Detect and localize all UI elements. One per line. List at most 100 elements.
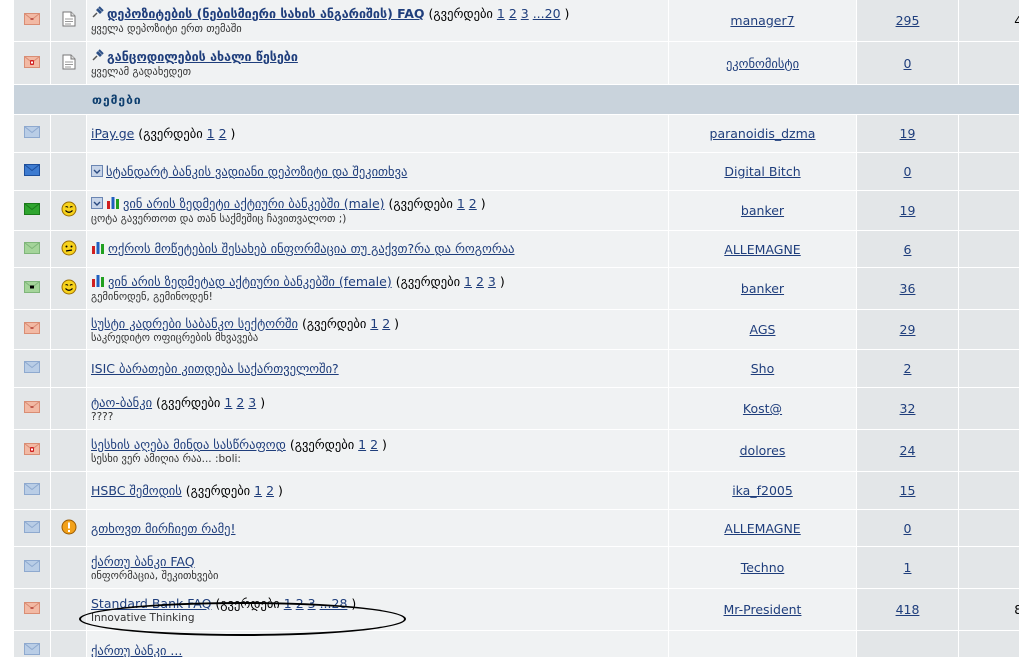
page-link[interactable]: 1 [497,6,505,21]
topic-title-link[interactable]: განცოდილების ახალი წესები [107,49,298,64]
page-link[interactable]: 3 [308,596,316,611]
topic-author-cell: ika_f2005 [669,472,857,510]
topic-author-link[interactable]: Techno [741,560,785,575]
page-link[interactable]: 2 [266,483,274,498]
page-link[interactable]: 2 [382,316,390,331]
topic-replies-link[interactable]: 2 [904,361,912,376]
topic-title-line: ვინ არის ზედმეტი აქტიური ბანკებში (male)… [91,195,668,214]
topic-title-link[interactable]: ვინ არის ზედმეტად აქტიური ბანკებში (fema… [108,274,392,289]
page-link[interactable]: 1 [370,316,378,331]
page-link[interactable]: 1 [284,596,292,611]
topic-status-cell [14,350,51,388]
topic-author-link[interactable]: banker [741,281,784,296]
topic-title-link[interactable]: HSBC შემოდის [91,483,182,498]
topic-title-link[interactable]: ქართუ ბანკი ... [91,643,182,657]
topic-replies-link[interactable]: 19 [900,203,916,218]
topic-title-line: Standard Bank FAQ (გვერდები 1 2 3 ...28 … [91,595,668,612]
topic-author-cell: Kost@ [669,388,857,430]
poll-icon[interactable] [91,273,105,291]
topic-title-link[interactable]: სუსტი კადრები საბანკო სექტორში [91,316,298,331]
section-spacer [14,85,51,115]
page-link[interactable]: ...28 [320,596,348,611]
page-link[interactable]: 1 [457,196,465,211]
topic-title-link[interactable]: დეპოზიტების (ნებისმიერი სახის ანგარიშის)… [107,6,425,21]
page-link[interactable]: 2 [296,596,304,611]
topic-replies-link[interactable]: 24 [900,443,916,458]
topic-icon-cell [51,472,87,510]
topic-title-link[interactable]: ქართუ ბანკი FAQ [91,554,195,569]
page-link[interactable]: 2 [476,274,484,289]
topic-author-link[interactable]: ika_f2005 [732,483,793,498]
topic-row: სტანდარტ ბანკის ვადიანი დეპოზიტი და შეკი… [14,153,1019,191]
page-link[interactable]: 1 [254,483,262,498]
topic-author-link[interactable]: ALLEMAGNE [724,242,800,257]
topic-replies-link[interactable]: 19 [900,126,916,141]
folder-status-icon [24,164,40,179]
topic-title-link[interactable]: iPay.ge [91,126,134,141]
topic-replies-link[interactable]: 418 [896,602,920,617]
topic-replies-link[interactable]: 29 [900,322,916,337]
topic-title-cell: ვინ არის ზედმეტი აქტიური ბანკებში (male)… [87,191,669,231]
page-link[interactable]: 1 [207,126,215,141]
topic-title-link[interactable]: სესხის აღება მინდა სასწრაფოდ [91,437,286,452]
topic-title-line: სუსტი კადრები საბანკო სექტორში (გვერდები… [91,315,668,332]
topic-replies-cell: 418 [857,589,959,631]
topic-replies-link[interactable]: 0 [904,56,912,71]
topic-title-link[interactable]: გთხოვთ მირჩიეთ რამე! [91,521,236,536]
topic-author-link[interactable]: manager7 [730,13,794,28]
page-link[interactable]: 3 [248,395,256,410]
page-link[interactable]: 2 [509,6,517,21]
topic-row: HSBC შემოდის (გვერდები 1 2 ) ika_f2005 15 2… [14,472,1019,510]
topic-replies-link[interactable]: 32 [900,401,916,416]
topic-author-link[interactable]: Sho [751,361,775,376]
topic-replies-link[interactable]: 6 [904,242,912,257]
page-link[interactable]: 3 [488,274,496,289]
topic-title-cell: ქართუ ბანკი ... [87,631,669,657]
page-link[interactable]: 2 [469,196,477,211]
page-link[interactable]: 1 [464,274,472,289]
topic-title-cell: სუსტი კადრები საბანკო სექტორში (გვერდები… [87,310,669,350]
topic-views-cell: 214 [959,472,1019,510]
topic-author-link[interactable]: ეკონომისტი [726,56,799,71]
page-link[interactable]: 2 [370,437,378,452]
topic-title-cell: ქართუ ბანკი FAQ ინფორმაცია, შეკითხვები [87,547,669,589]
topic-replies-link[interactable]: 0 [904,521,912,536]
topic-replies-link[interactable]: 295 [896,13,920,28]
topic-title-link[interactable]: ვინ არის ზედმეტი აქტიური ბანკებში (male) [123,196,385,211]
topic-row: Standard Bank FAQ (გვერდები 1 2 3 ...28 … [14,589,1019,631]
page-link[interactable]: ...20 [533,6,561,21]
poll-icon[interactable] [106,195,120,213]
topic-title-link[interactable]: ტაო-ბანკი [91,395,152,410]
page-link[interactable]: 1 [358,437,366,452]
topic-status-cell [14,388,51,430]
topic-author-link[interactable]: Digital Bitch [724,164,800,179]
topic-author-link[interactable]: Mr-President [724,602,802,617]
topic-title-line: ტაო-ბანკი (გვერდები 1 2 3 ) [91,394,668,411]
topic-replies-cell: 24 [857,430,959,472]
topic-author-link[interactable]: AGS [750,322,776,337]
topic-title-link[interactable]: ISIC ბარათები კითდება საქართველოში? [91,361,339,376]
topic-replies-link[interactable]: 15 [900,483,916,498]
topic-replies-link[interactable]: 0 [904,164,912,179]
go-to-post-icon[interactable] [91,164,103,181]
topic-author-link[interactable]: dolores [740,443,786,458]
topic-title-link[interactable]: ოქროს მოწეტების შესახებ ინფორმაცია თუ გა… [108,241,515,256]
topic-title-link[interactable]: Standard Bank FAQ [91,596,211,611]
topic-replies-cell [857,631,959,657]
page-link[interactable]: 2 [219,126,227,141]
topic-author-link[interactable]: Kost@ [743,401,782,416]
topic-pages: (გვერდები 1 2 ) [134,126,236,141]
topic-author-link[interactable]: paranoidis_dzma [710,126,816,141]
go-to-post-icon[interactable] [91,196,103,213]
page-link[interactable]: 2 [236,395,244,410]
topic-title-link[interactable]: სტანდარტ ბანკის ვადიანი დეპოზიტი და შეკი… [106,164,407,179]
topic-title-line: ოქროს მოწეტების შესახებ ინფორმაცია თუ გა… [91,240,668,259]
topic-replies-link[interactable]: 36 [900,281,916,296]
poll-icon[interactable] [91,240,105,258]
topic-author-cell: manager7 [669,0,857,42]
page-link[interactable]: 1 [224,395,232,410]
page-link[interactable]: 3 [521,6,529,21]
topic-author-link[interactable]: ALLEMAGNE [724,521,800,536]
topic-replies-link[interactable]: 1 [904,560,912,575]
topic-author-link[interactable]: banker [741,203,784,218]
